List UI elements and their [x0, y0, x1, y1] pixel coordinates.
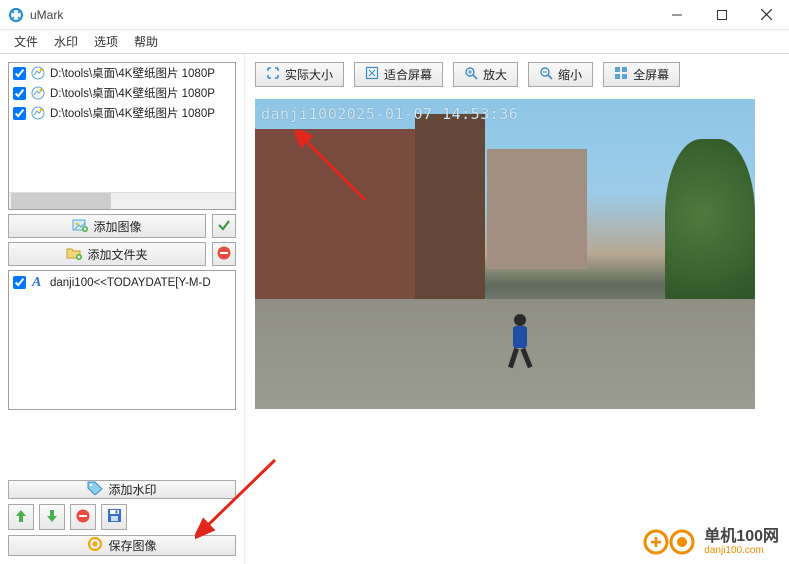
maximize-button[interactable]: [699, 0, 744, 30]
zoom-out-button[interactable]: 缩小: [528, 62, 593, 87]
minus-circle-icon: [75, 508, 91, 527]
preview-image: danji1002025-01-07 14:53:36: [255, 99, 755, 409]
add-watermark-button[interactable]: 添加水印: [8, 480, 236, 499]
add-image-icon: [72, 218, 88, 235]
add-folder-icon: [66, 246, 82, 263]
image-file-icon: [30, 65, 46, 81]
zoom-in-button[interactable]: 放大: [453, 62, 518, 87]
file-checkbox[interactable]: [13, 67, 26, 80]
scroll-thumb[interactable]: [11, 193, 111, 209]
file-path: D:\tools\桌面\4K壁纸图片 1080P: [50, 65, 215, 81]
svg-text:A: A: [31, 275, 41, 289]
right-panel: 实际大小 适合屏幕 放大 缩小 全屏幕: [245, 54, 789, 564]
file-item[interactable]: D:\tools\桌面\4K壁纸图片 1080P: [9, 83, 235, 103]
brand-domain: danji100.com: [704, 545, 779, 556]
fit-screen-label: 适合屏幕: [384, 66, 432, 83]
actual-size-button[interactable]: 实际大小: [255, 62, 344, 87]
app-icon: [8, 7, 24, 23]
watermark-list[interactable]: A danji100<<TODAYDATE[Y-M-D: [8, 270, 236, 410]
check-icon: [217, 218, 231, 235]
left-panel: D:\tools\桌面\4K壁纸图片 1080P D:\tools\桌面\4K壁…: [0, 54, 245, 564]
floppy-disk-icon: [107, 508, 122, 526]
add-image-label: 添加图像: [93, 218, 141, 235]
preview-toolbar: 实际大小 适合屏幕 放大 缩小 全屏幕: [255, 62, 779, 87]
brand-logo: 单机100网 danji100.com: [642, 526, 779, 558]
text-watermark-icon: A: [30, 273, 46, 292]
horizontal-scrollbar[interactable]: [9, 192, 235, 209]
file-checkbox[interactable]: [13, 107, 26, 120]
menu-watermark[interactable]: 水印: [46, 31, 86, 52]
file-path: D:\tools\桌面\4K壁纸图片 1080P: [50, 85, 215, 101]
save-image-button[interactable]: 保存图像: [8, 535, 236, 556]
menu-file[interactable]: 文件: [6, 31, 46, 52]
add-watermark-label: 添加水印: [108, 481, 156, 498]
file-checkbox[interactable]: [13, 87, 26, 100]
fit-screen-button[interactable]: 适合屏幕: [354, 62, 443, 87]
image-file-icon: [30, 105, 46, 121]
save-icon: [87, 536, 103, 555]
confirm-button[interactable]: [212, 214, 236, 238]
zoom-in-label: 放大: [483, 66, 507, 83]
fullscreen-label: 全屏幕: [633, 66, 669, 83]
watermark-text: danji100<<TODAYDATE[Y-M-D: [50, 277, 211, 289]
title-bar: uMark: [0, 0, 789, 30]
fullscreen-icon: [614, 66, 628, 83]
actual-size-label: 实际大小: [285, 66, 333, 83]
file-list[interactable]: D:\tools\桌面\4K壁纸图片 1080P D:\tools\桌面\4K壁…: [8, 62, 236, 210]
arrow-up-icon: [14, 508, 28, 527]
brand-name: 单机100网: [704, 528, 779, 546]
zoom-in-icon: [464, 66, 478, 83]
minimize-button[interactable]: [654, 0, 699, 30]
zoom-out-label: 缩小: [558, 66, 582, 83]
tag-icon: [87, 481, 103, 498]
image-file-icon: [30, 85, 46, 101]
move-down-button[interactable]: [39, 504, 65, 530]
file-item[interactable]: D:\tools\桌面\4K壁纸图片 1080P: [9, 103, 235, 123]
app-title: uMark: [30, 8, 654, 22]
save-image-label: 保存图像: [108, 537, 156, 554]
close-button[interactable]: [744, 0, 789, 30]
file-path: D:\tools\桌面\4K壁纸图片 1080P: [50, 105, 215, 121]
logo-icon: [642, 526, 698, 558]
menu-options[interactable]: 选项: [86, 31, 126, 52]
zoom-out-icon: [539, 66, 553, 83]
menu-bar: 文件 水印 选项 帮助: [0, 30, 789, 54]
file-item[interactable]: D:\tools\桌面\4K壁纸图片 1080P: [9, 63, 235, 83]
preview-area[interactable]: danji1002025-01-07 14:53:36: [255, 99, 779, 409]
fullscreen-button[interactable]: 全屏幕: [603, 62, 680, 87]
fit-screen-icon: [365, 66, 379, 83]
save-settings-button[interactable]: [101, 504, 127, 530]
minus-circle-icon: [216, 245, 232, 264]
watermark-item[interactable]: A danji100<<TODAYDATE[Y-M-D: [9, 271, 235, 294]
delete-button[interactable]: [70, 504, 96, 530]
watermark-checkbox[interactable]: [13, 276, 26, 289]
arrow-down-icon: [45, 508, 59, 527]
add-image-button[interactable]: 添加图像: [8, 214, 206, 238]
move-up-button[interactable]: [8, 504, 34, 530]
add-folder-label: 添加文件夹: [87, 246, 147, 263]
add-folder-button[interactable]: 添加文件夹: [8, 242, 206, 266]
actual-size-icon: [266, 66, 280, 83]
watermark-overlay: danji1002025-01-07 14:53:36: [261, 105, 518, 123]
menu-help[interactable]: 帮助: [126, 31, 166, 52]
remove-button[interactable]: [212, 242, 236, 266]
